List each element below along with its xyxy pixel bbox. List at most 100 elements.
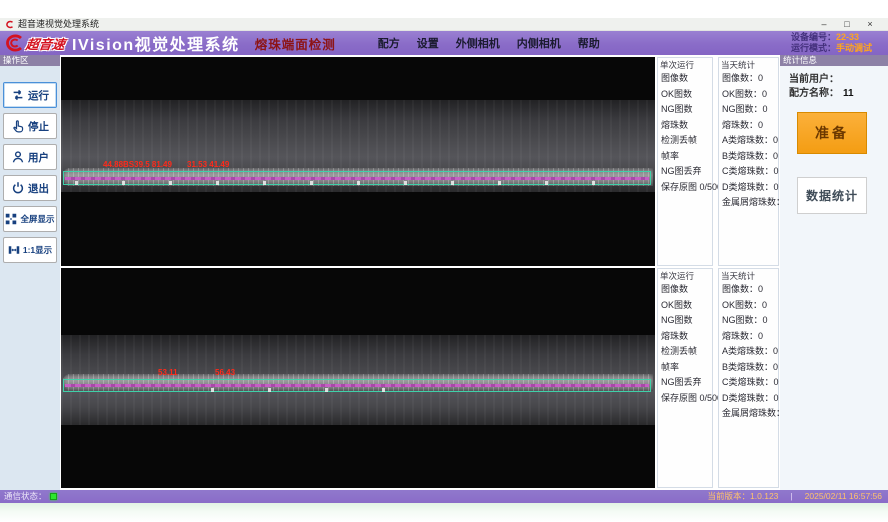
run-button-label: 运行	[28, 88, 49, 103]
hand-stop-icon	[11, 119, 25, 133]
desktop-taskbar-strip	[0, 503, 888, 522]
datetime-value: 2025/02/11 16:57:56	[805, 490, 882, 503]
stop-button[interactable]: 停止	[3, 113, 57, 139]
stat-row: 图像数：0	[722, 71, 778, 87]
data-statistics-button[interactable]: 数据统计	[797, 177, 867, 214]
stat-row: NG图数：0	[722, 313, 778, 329]
single-run-groupbox: 单次运行 图像数OK图数NG图数熔珠数检测丢帧帧率NG图丢弃保存原图 0/500	[657, 268, 713, 488]
stat-row: NG图数	[661, 313, 712, 329]
stat-row: OK图数：0	[722, 298, 778, 314]
stat-row: 检测丢帧	[661, 344, 712, 360]
one-to-one-icon	[8, 244, 20, 256]
fullscreen-button-label: 全屏显示	[20, 213, 54, 225]
stat-row: 帧率	[661, 149, 712, 165]
stat-row: D类熔珠数：0	[722, 180, 778, 196]
stop-button-label: 停止	[28, 119, 49, 134]
exit-button-label: 退出	[28, 181, 49, 196]
user-button[interactable]: 用户	[3, 144, 57, 170]
stat-row: NG图数：0	[722, 102, 778, 118]
bead-centerline-overlay	[65, 177, 649, 180]
menu-item[interactable]: 外侧相机	[456, 35, 500, 51]
device-number-value: 22-33	[836, 32, 882, 43]
menu-item[interactable]: 内侧相机	[517, 35, 561, 51]
close-button[interactable]: ×	[865, 18, 875, 30]
app-header: 超音速 IVision视觉处理系统 熔珠端面检测 配方 设置 外侧相机 内侧相机…	[0, 31, 888, 55]
stat-row: B类熔珠数：0	[722, 149, 778, 165]
stat-row: 金属屑熔珠数：0	[722, 195, 778, 211]
recipe-name-label: 配方名称：	[789, 88, 839, 99]
fullscreen-grid-icon	[5, 213, 17, 225]
stat-row: 图像数	[661, 282, 712, 298]
sidebar-title: 操作区	[0, 55, 60, 66]
stat-row: 保存原图 0/500	[661, 391, 712, 407]
run-mode-label: 运行模式：	[791, 43, 836, 54]
fullscreen-button[interactable]: 全屏显示	[3, 206, 57, 232]
operation-sidebar: 操作区 运行 停止 用户	[0, 55, 60, 490]
app-window: 超音速视觉处理系统 – □ × 超音速 IVision视觉处理系统 熔珠端面检测…	[0, 0, 888, 522]
measurement-annotation: 53.11	[158, 368, 178, 377]
run-mode-value: 手动调试	[836, 43, 882, 54]
stat-row: NG图数	[661, 102, 712, 118]
titlebar: 超音速视觉处理系统 – □ ×	[0, 18, 888, 31]
comm-status-label: 通信状态：	[4, 490, 47, 503]
today-stats-rows: 图像数：0OK图数：0NG图数：0熔珠数：0A类熔珠数：0B类熔珠数：0C类熔珠…	[722, 71, 778, 211]
stat-row: 图像数：0	[722, 282, 778, 298]
stat-row: A类熔珠数：0	[722, 344, 778, 360]
stat-row: B类熔珠数：0	[722, 360, 778, 376]
single-run-title: 单次运行	[660, 59, 696, 71]
app-title: IVision视觉处理系统	[72, 31, 240, 55]
stat-row: 保存原图 0/500	[661, 180, 712, 196]
today-stats-groupbox: 当天统计 图像数：0OK图数：0NG图数：0熔珠数：0A类熔珠数：0B类熔珠数：…	[718, 268, 779, 488]
measure-ticks-overlay	[75, 181, 595, 185]
stat-row: 熔珠数	[661, 118, 712, 134]
stats-pair-top: 单次运行 图像数OK图数NG图数熔珠数检测丢帧帧率NG图丢弃保存原图 0/500…	[657, 57, 779, 266]
stat-row: C类熔珠数：0	[722, 375, 778, 391]
camera-viewport-outer: 44.88BS39.5 81.49 31.53 41.49	[61, 57, 655, 266]
menu-item[interactable]: 帮助	[578, 35, 600, 51]
menu-bar: 配方 设置 外侧相机 内侧相机 帮助	[378, 35, 600, 51]
menu-item[interactable]: 配方	[378, 35, 400, 51]
info-panel-title: 统计信息	[780, 55, 888, 66]
exit-button[interactable]: 退出	[3, 175, 57, 201]
stat-row: 金属屑熔珠数：0	[722, 406, 778, 422]
stat-row: 帧率	[661, 360, 712, 376]
measurement-annotation: 56.43	[215, 368, 235, 377]
single-run-title: 单次运行	[660, 270, 696, 282]
statistics-column: 单次运行 图像数OK图数NG图数熔珠数检测丢帧帧率NG图丢弃保存原图 0/500…	[657, 55, 779, 490]
stat-row: OK图数：0	[722, 87, 778, 103]
status-bar: 通信状态： 当前版本：1.0.123 | 2025/02/11 16:57:56	[0, 490, 888, 503]
power-icon	[11, 181, 25, 195]
window-controls: – □ ×	[819, 18, 875, 30]
minimize-button[interactable]: –	[819, 18, 829, 30]
run-button[interactable]: 运行	[3, 82, 57, 108]
stat-row: OK图数	[661, 298, 712, 314]
today-stats-groupbox: 当天统计 图像数：0OK图数：0NG图数：0熔珠数：0A类熔珠数：0B类熔珠数：…	[718, 57, 779, 266]
maximize-button[interactable]: □	[842, 18, 852, 30]
bead-centerline-overlay	[65, 384, 649, 387]
viewport-column: 44.88BS39.5 81.49 31.53 41.49 53.11 56.4…	[61, 55, 655, 490]
user-icon	[11, 150, 25, 164]
window-title: 超音速视觉处理系统	[18, 18, 99, 31]
single-run-groupbox: 单次运行 图像数OK图数NG图数熔珠数检测丢帧帧率NG图丢弃保存原图 0/500	[657, 57, 713, 266]
run-cycle-icon	[11, 88, 25, 102]
menu-item[interactable]: 设置	[417, 35, 439, 51]
stat-row: 熔珠数：0	[722, 329, 778, 345]
stat-row: 检测丢帧	[661, 133, 712, 149]
status-bar-right: 当前版本：1.0.123 | 2025/02/11 16:57:56	[708, 490, 882, 503]
recipe-name-value: 11	[843, 88, 854, 99]
current-user-label: 当前用户：	[789, 74, 839, 85]
status-separator: |	[790, 490, 792, 503]
prepare-button[interactable]: 准备	[797, 112, 867, 154]
device-info: 设备编号： 22-33 运行模式： 手动调试	[791, 32, 882, 54]
today-stats-rows: 图像数：0OK图数：0NG图数：0熔珠数：0A类熔珠数：0B类熔珠数：0C类熔珠…	[722, 282, 778, 422]
camera-viewport-inner: 53.11 56.43	[61, 268, 655, 488]
stat-row: A类熔珠数：0	[722, 133, 778, 149]
stat-row: 图像数	[661, 71, 712, 87]
measure-ticks-overlay	[211, 388, 391, 392]
info-panel-body: 当前用户： 配方名称： 11	[780, 66, 888, 101]
app-subtitle: 熔珠端面检测	[255, 34, 336, 53]
stat-row: 熔珠数	[661, 329, 712, 345]
one-to-one-button[interactable]: 1:1显示	[3, 237, 57, 263]
single-run-rows: 图像数OK图数NG图数熔珠数检测丢帧帧率NG图丢弃保存原图 0/500	[661, 282, 712, 406]
brand-swirl-icon	[3, 33, 24, 53]
